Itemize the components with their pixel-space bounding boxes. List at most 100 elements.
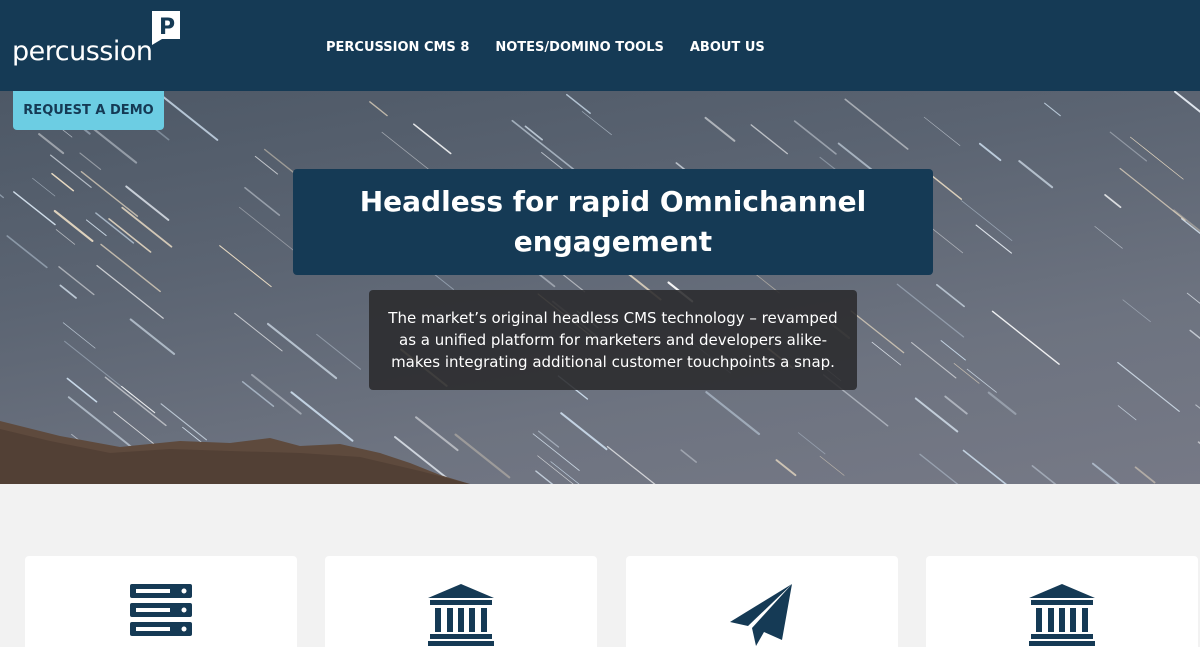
star-trail	[79, 152, 102, 170]
star-trail	[535, 470, 554, 484]
star-trail	[936, 283, 965, 308]
star-trail	[966, 368, 997, 393]
bank-icon	[1029, 584, 1095, 646]
bank-icon	[428, 584, 494, 646]
site-header: P percussion PERCUSSION CMS 8 NOTES/DOMI…	[0, 0, 1200, 91]
star-trail	[85, 219, 107, 237]
logo-mark-letter: P	[159, 15, 175, 40]
star-trail	[104, 376, 167, 427]
logo-wordmark: percussion	[12, 36, 153, 67]
star-trail	[108, 218, 152, 253]
star-trail	[606, 445, 656, 484]
headline-box: Headless for rapid Omnichannel engagemen…	[293, 169, 933, 275]
star-trail	[566, 93, 591, 114]
star-trail	[953, 363, 980, 384]
star-trail	[919, 453, 959, 484]
star-trail	[1094, 226, 1123, 249]
star-trail	[581, 111, 612, 136]
star-trail	[961, 200, 1013, 241]
hero-subtext: The market’s original headless CMS techn…	[388, 309, 838, 371]
star-trail	[978, 142, 1002, 162]
star-trail	[962, 449, 1007, 484]
star-trail	[100, 243, 161, 293]
star-trail	[537, 455, 574, 484]
star-trail	[871, 341, 902, 366]
star-trail	[944, 395, 968, 415]
star-trail	[844, 98, 909, 150]
star-trail	[775, 459, 797, 477]
star-trail	[6, 235, 48, 269]
star-trail	[254, 155, 279, 175]
star-trail	[793, 120, 837, 155]
star-trail	[241, 381, 275, 407]
star-trail	[1189, 329, 1200, 340]
star-trail	[32, 177, 56, 197]
star-trail	[95, 212, 135, 244]
star-trail	[819, 455, 845, 476]
nav-item-about-us[interactable]: ABOUT US	[677, 40, 778, 55]
star-trail	[234, 312, 283, 352]
feature-card-1[interactable]	[25, 556, 297, 647]
star-trail	[1173, 209, 1200, 233]
star-trail	[1186, 292, 1200, 304]
star-trail	[896, 283, 965, 338]
main-nav: PERCUSSION CMS 8 NOTES/DOMINO TOOLS ABOU…	[313, 40, 778, 55]
star-trail	[244, 187, 281, 216]
star-trail	[932, 228, 964, 254]
star-trail	[1195, 404, 1200, 409]
star-trail	[1122, 299, 1151, 323]
star-trail	[537, 430, 560, 448]
star-trail	[80, 170, 139, 217]
star-trail	[290, 391, 354, 442]
star-trail	[914, 397, 959, 433]
logo-mark-icon: P	[152, 11, 180, 45]
star-trail	[750, 124, 788, 155]
star-trail	[1174, 91, 1200, 113]
star-trail	[975, 224, 1012, 254]
star-trail	[0, 194, 4, 199]
star-trail	[927, 172, 963, 200]
feature-card-2[interactable]	[325, 556, 597, 647]
request-demo-button[interactable]: REQUEST A DEMO	[13, 91, 164, 130]
star-trails-background	[0, 91, 1200, 484]
star-trail	[381, 131, 434, 174]
star-trail	[51, 172, 75, 192]
star-trail	[219, 245, 272, 288]
star-trail	[911, 342, 957, 379]
nav-item-percussion-cms[interactable]: PERCUSSION CMS 8	[313, 40, 482, 55]
star-trail	[1044, 102, 1061, 117]
star-trail	[266, 322, 338, 380]
star-trail	[415, 416, 459, 452]
star-trail	[797, 432, 826, 455]
feature-card-3[interactable]	[626, 556, 898, 647]
star-trail	[55, 229, 76, 245]
star-trail	[96, 264, 164, 319]
nav-item-notes-domino-tools[interactable]: NOTES/DOMINO TOOLS	[482, 40, 676, 55]
star-trail	[160, 403, 207, 441]
star-trail	[238, 206, 298, 254]
star-trail	[705, 391, 761, 436]
percussion-logo[interactable]: P percussion	[12, 10, 184, 72]
star-trail	[1130, 136, 1184, 180]
star-trail	[987, 391, 1017, 415]
star-trail	[940, 340, 966, 361]
star-trail	[59, 284, 77, 299]
feature-card-4[interactable]	[926, 556, 1198, 647]
server-icon	[130, 584, 192, 636]
star-trail	[560, 412, 608, 451]
star-trail	[1104, 194, 1122, 209]
star-trail	[1117, 361, 1180, 412]
hero-section	[0, 91, 1200, 484]
star-trail	[121, 385, 156, 414]
star-trail	[129, 318, 176, 355]
star-trail	[413, 123, 452, 155]
star-trail	[49, 154, 92, 188]
hero-headline: Headless for rapid Omnichannel engagemen…	[359, 185, 867, 258]
star-trail	[369, 101, 388, 117]
star-trail	[66, 377, 98, 403]
star-trail	[532, 433, 580, 471]
star-trail	[58, 266, 95, 296]
star-trail	[511, 119, 581, 175]
star-trail	[1109, 131, 1148, 162]
star-trail	[704, 116, 736, 142]
